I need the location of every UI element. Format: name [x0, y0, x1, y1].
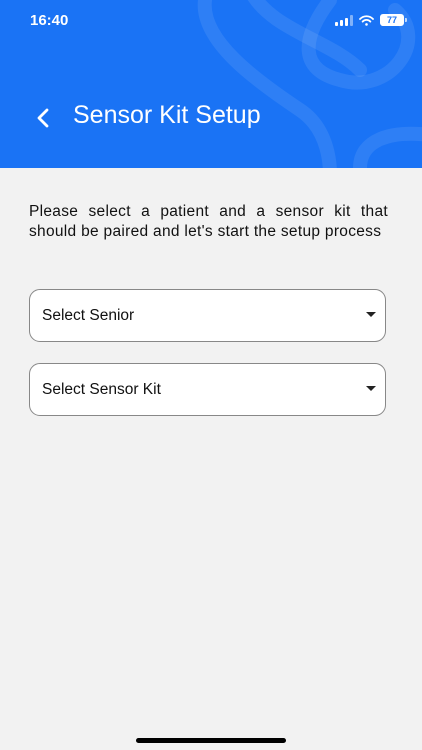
status-icons: 77	[335, 13, 407, 27]
back-chevron-icon[interactable]	[30, 104, 58, 132]
dropdown-arrow-icon	[366, 312, 376, 317]
home-indicator	[136, 738, 286, 743]
status-bar: 16:40 77	[0, 0, 422, 40]
setup-description: Please select a patient and a sensor kit…	[29, 203, 388, 240]
select-senior-label: Select Senior	[42, 307, 135, 324]
page-title: Sensor Kit Setup	[73, 101, 261, 129]
select-senior-dropdown[interactable]: Select Senior	[29, 289, 386, 342]
wifi-icon	[359, 14, 374, 26]
select-sensor-kit-dropdown[interactable]: Select Sensor Kit	[29, 363, 386, 416]
cellular-signal-icon	[335, 14, 353, 26]
dropdown-arrow-icon	[366, 386, 376, 391]
status-time: 16:40	[30, 12, 69, 29]
battery-icon: 77	[380, 14, 407, 26]
app-header: 16:40 77 Sensor Kit Setup	[0, 0, 422, 168]
select-sensor-kit-label: Select Sensor Kit	[42, 381, 161, 398]
